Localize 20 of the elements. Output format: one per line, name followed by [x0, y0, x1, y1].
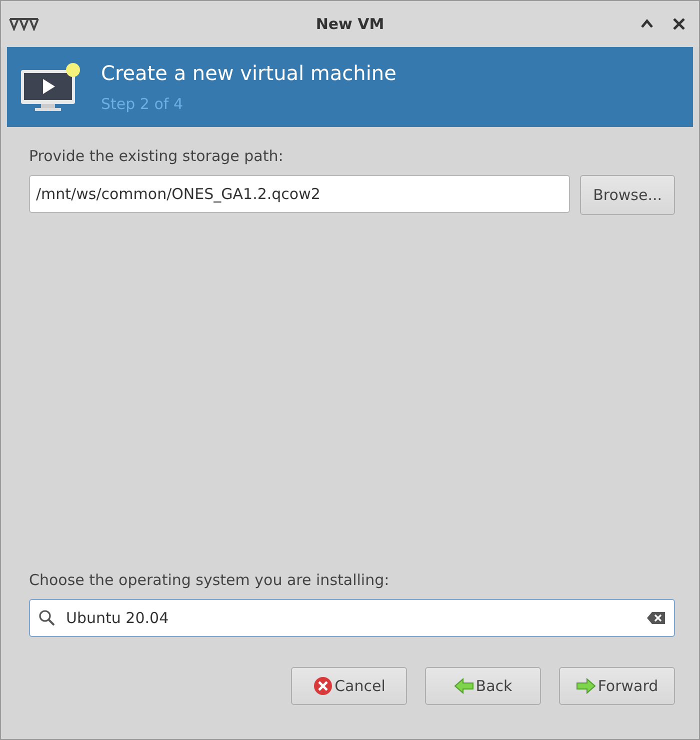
window-title: New VM — [316, 15, 384, 33]
storage-path-label: Provide the existing storage path: — [29, 147, 284, 165]
search-icon — [38, 609, 56, 627]
back-button[interactable]: Back — [425, 667, 541, 705]
cancel-icon — [312, 676, 333, 696]
right-arrow-icon — [576, 678, 596, 694]
forward-button[interactable]: Forward — [559, 667, 675, 705]
os-search-field[interactable]: Ubuntu 20.04 — [29, 599, 675, 637]
os-search-input[interactable]: Ubuntu 20.04 — [64, 608, 638, 628]
app-icon — [9, 17, 39, 31]
cancel-button[interactable]: Cancel — [291, 667, 407, 705]
os-label: Choose the operating system you are installing: — [29, 571, 390, 589]
close-icon[interactable] — [673, 18, 685, 30]
browse-button[interactable]: Browse... — [580, 175, 675, 215]
collapse-icon[interactable] — [641, 19, 653, 29]
step-indicator: Step 2 of 4 — [101, 95, 184, 113]
storage-path-field[interactable]: /mnt/ws/common/ONES_GA1.2.qcow2 — [29, 175, 570, 213]
left-arrow-icon — [454, 678, 474, 694]
clear-icon[interactable] — [646, 611, 666, 625]
header-title: Create a new virtual machine — [101, 61, 396, 85]
